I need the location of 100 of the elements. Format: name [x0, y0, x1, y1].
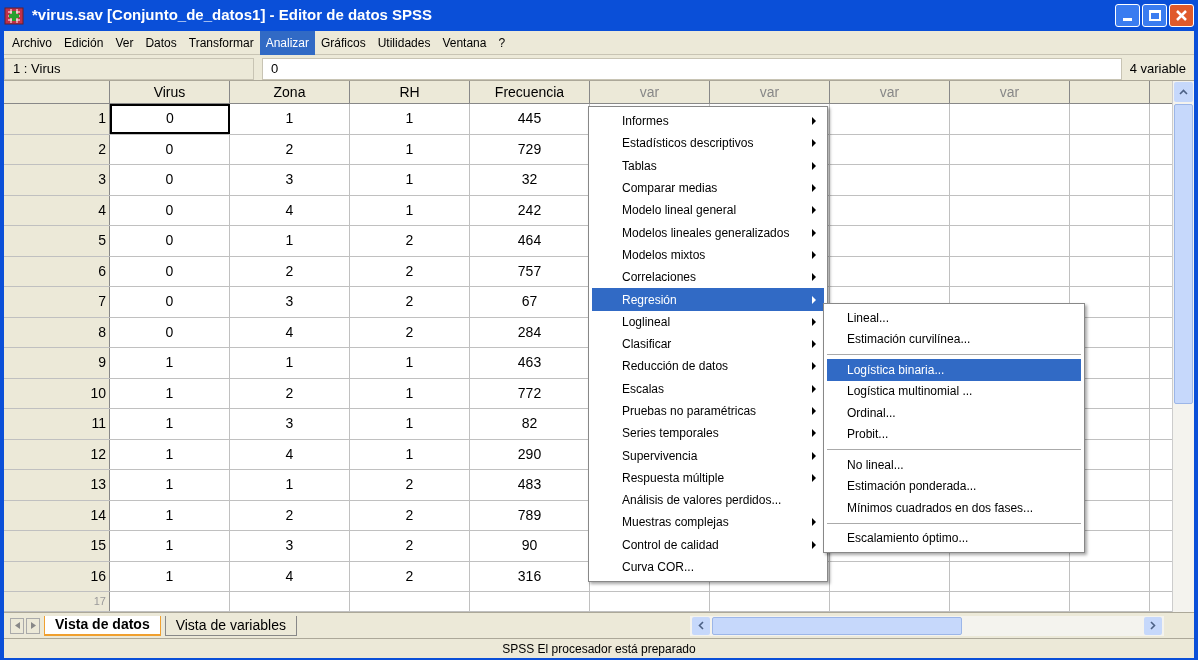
row-header[interactable]: 1 — [4, 104, 110, 134]
table-cell[interactable]: 1 — [230, 470, 350, 500]
menu-item[interactable]: Curva COR... — [592, 555, 824, 579]
scroll-up-button[interactable] — [1174, 82, 1193, 102]
column-header[interactable]: Zona — [230, 81, 350, 103]
table-cell[interactable]: 1 — [110, 531, 230, 561]
table-cell[interactable]: 2 — [230, 134, 350, 164]
table-cell[interactable]: 0 — [110, 256, 230, 286]
menu-item[interactable]: Escalamiento óptimo... — [827, 527, 1081, 549]
table-cell[interactable]: 1 — [230, 348, 350, 378]
table-cell[interactable]: 2 — [230, 256, 350, 286]
menu-item[interactable]: Probit... — [827, 423, 1081, 445]
menu-item[interactable]: Correlaciones — [592, 266, 824, 289]
table-cell[interactable]: 0 — [110, 165, 230, 195]
table-cell[interactable]: 1 — [350, 165, 470, 195]
table-cell[interactable]: 1 — [110, 561, 230, 591]
menu-item[interactable]: Regresión — [592, 288, 824, 311]
menu-item[interactable]: Archivo — [6, 30, 58, 55]
row-header[interactable]: 6 — [4, 256, 110, 286]
row-header[interactable]: 11 — [4, 409, 110, 439]
menu-item[interactable]: Datos — [139, 30, 183, 55]
row-header[interactable]: 9 — [4, 348, 110, 378]
table-cell[interactable]: 2 — [230, 378, 350, 408]
row-header[interactable]: 10 — [4, 378, 110, 408]
caret-right-icon[interactable] — [1150, 621, 1156, 630]
menu-item[interactable]: Transformar — [182, 30, 260, 55]
table-cell[interactable]: 2 — [350, 500, 470, 530]
close-button[interactable] — [1169, 4, 1194, 27]
menu-item[interactable]: Informes — [592, 110, 824, 133]
column-header[interactable]: RH — [350, 81, 470, 103]
row-header[interactable]: 8 — [4, 317, 110, 347]
table-cell[interactable]: 2 — [230, 500, 350, 530]
table-cell[interactable]: 2 — [350, 531, 470, 561]
table-cell[interactable]: 3 — [230, 531, 350, 561]
row-header[interactable]: 5 — [4, 226, 110, 256]
table-cell[interactable]: 1 — [110, 378, 230, 408]
menu-item[interactable]: Supervivencia — [592, 444, 824, 467]
cell-value-field[interactable]: 0 — [262, 57, 1122, 80]
menu-item[interactable]: Pruebas no paramétricas — [592, 399, 824, 423]
table-cell[interactable]: 0 — [110, 134, 230, 164]
table-cell[interactable]: 1 — [350, 104, 470, 134]
menu-item[interactable]: Modelos mixtos — [592, 243, 824, 267]
tab-left-icon[interactable] — [10, 617, 24, 634]
table-cell[interactable]: 1 — [350, 378, 470, 408]
table-cell[interactable]: 2 — [350, 256, 470, 286]
menu-item[interactable]: ? — [492, 30, 512, 55]
horizontal-scrollbar[interactable] — [690, 615, 1164, 636]
menu-item[interactable]: Comparar medias — [592, 176, 824, 200]
menu-item[interactable]: Estimación curvilínea... — [827, 328, 1081, 350]
row-header[interactable]: 4 — [4, 195, 110, 225]
table-cell[interactable]: 0 — [110, 104, 230, 134]
table-cell[interactable]: 1 — [110, 409, 230, 439]
sheet-tab[interactable]: Vista de variables — [164, 615, 297, 636]
table-cell[interactable]: 1 — [350, 348, 470, 378]
table-cell[interactable]: 0 — [110, 317, 230, 347]
menu-item[interactable]: Ordinal... — [827, 402, 1081, 424]
table-cell[interactable]: 1 — [110, 500, 230, 530]
menu-item[interactable]: Estadísticos descriptivos — [592, 132, 824, 155]
table-cell[interactable]: 3 — [230, 165, 350, 195]
row-header[interactable]: 14 — [4, 500, 110, 530]
table-cell[interactable]: 4 — [230, 439, 350, 469]
menu-item[interactable]: Ventana — [436, 30, 493, 55]
menu-item[interactable]: Mínimos cuadrados en dos fases... — [827, 497, 1081, 519]
menu-item[interactable]: Escalas — [592, 377, 824, 400]
table-cell[interactable]: 2 — [350, 561, 470, 591]
menu-item[interactable]: Análisis de valores perdidos... — [592, 489, 824, 512]
menu-item[interactable]: Loglineal — [592, 310, 824, 333]
menu-item[interactable]: Logística multinomial ... — [827, 380, 1081, 402]
table-cell[interactable]: 1 — [230, 226, 350, 256]
column-header[interactable]: Frecuencia — [470, 81, 590, 103]
row-header[interactable]: 3 — [4, 165, 110, 195]
table-cell[interactable]: 0 — [110, 226, 230, 256]
table-cell[interactable]: 2 — [350, 317, 470, 347]
table-cell[interactable]: 1 — [350, 195, 470, 225]
table-cell[interactable]: 4 — [230, 195, 350, 225]
menu-item[interactable]: Analizar — [259, 30, 315, 55]
sheet-tab[interactable]: Vista de datos — [44, 615, 161, 636]
menu-item[interactable]: Ver — [109, 30, 140, 55]
table-cell[interactable]: 1 — [350, 439, 470, 469]
menu-item[interactable]: Control de calidad — [592, 533, 824, 556]
row-header[interactable]: 2 — [4, 134, 110, 164]
table-cell[interactable]: 0 — [110, 195, 230, 225]
row-header[interactable]: 7 — [4, 287, 110, 317]
menu-item[interactable]: Respuesta múltiple — [592, 466, 824, 490]
table-cell[interactable]: 1 — [110, 470, 230, 500]
menu-item[interactable]: Muestras complejas — [592, 511, 824, 534]
caret-left-icon[interactable] — [698, 621, 704, 630]
row-header[interactable]: 15 — [4, 531, 110, 561]
table-cell[interactable]: 4 — [230, 317, 350, 347]
menu-item[interactable]: Tablas — [592, 154, 824, 177]
menu-item[interactable]: Estimación ponderada... — [827, 475, 1081, 497]
menu-item[interactable]: No lineal... — [827, 454, 1081, 476]
menu-item[interactable]: Logística binaria... — [827, 359, 1081, 381]
menu-item[interactable]: Lineal... — [827, 307, 1081, 329]
row-header[interactable]: 16 — [4, 561, 110, 591]
table-cell[interactable]: 3 — [230, 287, 350, 317]
menu-item[interactable]: Reducción de datos — [592, 355, 824, 378]
menu-item[interactable]: Utilidades — [371, 30, 437, 55]
row-header[interactable]: 13 — [4, 470, 110, 500]
minimize-button[interactable] — [1115, 4, 1140, 27]
